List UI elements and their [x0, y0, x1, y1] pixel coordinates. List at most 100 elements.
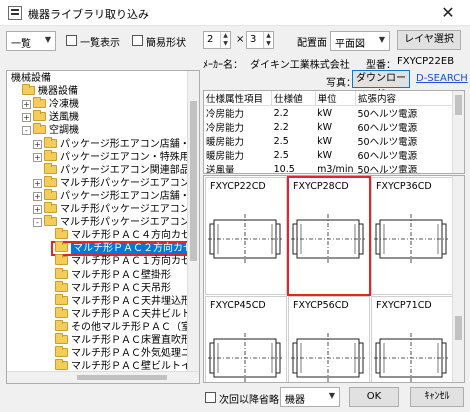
- table-cell: 送風量: [206, 165, 235, 174]
- table-cell: 冷房能力: [206, 109, 245, 120]
- maker-label: ﾒｰｶｰ名：: [203, 60, 243, 71]
- table-row[interactable]: 暖房能力 2.5 kW 50ヘルツ電源: [204, 134, 454, 149]
- tree-node-label: その他マルチ形ＰＡＣ（室内機）: [71, 321, 199, 333]
- tree-node-label: パッケージ形エアコン店舗・オフィス用（氷蓄: [60, 190, 199, 202]
- times-sign: ×: [236, 34, 245, 45]
- tree-node[interactable]: 機器設備: [22, 84, 78, 98]
- folder-icon: [44, 175, 57, 187]
- category-select[interactable]: 機器 ▼: [280, 387, 340, 407]
- collapse-icon[interactable]: -: [22, 126, 31, 136]
- tree-vertical-scrollbar[interactable]: [187, 71, 199, 371]
- tree-node[interactable]: + パッケージ形エアコン店舗・オフィス用（氷蓄: [33, 188, 199, 203]
- tree-node[interactable]: マルチ形ＰＡＣ床置直吹形: [55, 333, 191, 347]
- tree-node-label: パッケージ形エアコン店舗・オフィス用（空冷: [60, 138, 199, 150]
- view-mode-select[interactable]: 一覧 ▼: [6, 31, 56, 51]
- thumbnail-item[interactable]: FXYCP36CD: [371, 177, 453, 295]
- table-row[interactable]: 送風量 10.5 m3/min 50ヘルツ電源: [204, 162, 454, 174]
- table-cell: kW: [317, 135, 332, 147]
- column-header[interactable]: 仕様値: [271, 91, 316, 106]
- download-button[interactable]: ダウンロード: [352, 70, 410, 100]
- tree-node-label: マルチ形ＰＡＣ１方向カセット形: [71, 256, 199, 268]
- attribute-table: 仕様属性項目 仕様値 単位 拡張内容 冷房能力 2.2 kW 50ヘルツ電源 冷房能力 2.2 k…: [203, 90, 465, 174]
- thumbnail-label: FXYCP45CD: [210, 300, 266, 311]
- thumbnail-scrollbar[interactable]: [452, 176, 464, 382]
- tree-node[interactable]: マルチ形ＰＡＣ１方向カセット形: [55, 254, 199, 268]
- tree-node-label: パッケージエアコン関連部品: [60, 164, 190, 176]
- tree-node[interactable]: + 送風機: [22, 110, 79, 124]
- thumbnail-item[interactable]: FXYCP45CD: [205, 296, 287, 382]
- category-tree[interactable]: 機械設備機器設備 + 冷凍機 + 送風機 - 空調機 + パッケージ形エアコン店舗・オフィス用（…: [6, 70, 200, 384]
- close-icon[interactable]: ✕: [436, 2, 460, 24]
- simple-shape-checkbox[interactable]: [132, 35, 143, 46]
- expand-icon[interactable]: +: [22, 100, 31, 110]
- expand-icon[interactable]: +: [33, 139, 42, 149]
- tree-node[interactable]: + マルチ形パッケージエアコン（室外機）: [33, 175, 199, 190]
- table-row[interactable]: 暖房能力 2.5 kW 60ヘルツ電源: [204, 148, 454, 163]
- rows-spinner[interactable]: 3 ▲ ▼: [246, 31, 274, 49]
- placement-label: 配置面: [297, 38, 327, 49]
- tree-node[interactable]: マルチ形ＰＡＣ天井埋込形: [55, 293, 191, 308]
- tree-node[interactable]: マルチ形ＰＡＣ２方向カセット形: [51, 241, 199, 257]
- chevron-down-icon: ▼: [44, 35, 51, 44]
- tree-node[interactable]: マルチ形ＰＡＣ天井ビルトイン形: [55, 306, 199, 321]
- tree-node[interactable]: マルチ形ＰＡＣ壁掛形: [55, 267, 171, 282]
- column-header[interactable]: 単位: [315, 91, 356, 106]
- table-cell: 2.5: [273, 135, 289, 147]
- columns-spinner[interactable]: 2 ▲ ▼: [203, 31, 231, 49]
- tree-node[interactable]: その他マルチ形ＰＡＣ（室内機）: [55, 319, 199, 334]
- d-search-link[interactable]: D-SEARCH: [416, 73, 468, 84]
- list-view-checkbox[interactable]: [66, 35, 77, 46]
- tree-node[interactable]: - 空調機: [22, 123, 79, 137]
- tree-node-label: 空調機: [49, 125, 79, 137]
- tree-node-label: マルチ形ＰＡＣ天井ビルトイン形: [71, 308, 199, 320]
- tree-node[interactable]: + パッケージエアコン・特殊用途用: [33, 149, 200, 164]
- cancel-button[interactable]: ｷｬﾝｾﾙ: [410, 387, 464, 407]
- equipment-drawing: [208, 214, 282, 264]
- thumbnail-item[interactable]: FXYCP22CD: [205, 177, 287, 295]
- placement-select[interactable]: 平面図 ▼: [330, 31, 390, 51]
- folder-icon: [55, 306, 68, 318]
- expand-icon[interactable]: +: [33, 178, 42, 188]
- tree-node-label: 機器設備: [38, 86, 78, 98]
- tree-node[interactable]: マルチ形ＰＡＣ天吊形: [55, 280, 171, 295]
- ok-button[interactable]: OK: [349, 387, 399, 407]
- expand-icon[interactable]: +: [33, 152, 42, 162]
- tree-node[interactable]: + 冷凍機: [22, 97, 79, 111]
- tree-node[interactable]: パッケージエアコン関連部品: [44, 162, 190, 177]
- thumbnail-label: FXYCP56CD: [293, 300, 349, 311]
- tree-node[interactable]: 機械設備: [11, 72, 51, 85]
- tree-node[interactable]: マルチ形ＰＡＣ４方向カセット形: [55, 228, 199, 242]
- folder-icon: [33, 97, 46, 109]
- tree-node[interactable]: + マルチ形パッケージエアコン（ガスＨＰ）: [33, 202, 199, 216]
- expand-icon[interactable]: +: [33, 191, 42, 201]
- table-scrollbar[interactable]: [452, 91, 464, 173]
- tree-node-label: 送風機: [49, 112, 79, 124]
- tree-node[interactable]: - マルチ形パッケージエアコン（空冷ＨＰ）: [33, 215, 199, 229]
- collapse-icon[interactable]: -: [33, 218, 42, 228]
- tree-node[interactable]: + パッケージ形エアコン店舗・オフィス用（空冷: [33, 136, 199, 151]
- table-cell: kW: [317, 149, 332, 161]
- next-skip-checkbox[interactable]: [205, 392, 216, 403]
- table-cell: 50ヘルツ電源: [357, 137, 418, 148]
- tree-horizontal-scrollbar[interactable]: [7, 371, 199, 383]
- layer-select-button[interactable]: レイヤ選択: [397, 30, 461, 50]
- tree-node-label: マルチ形ＰＡＣ４方向カセット形: [71, 230, 199, 242]
- table-row[interactable]: 冷房能力 2.2 kW 50ヘルツ電源: [204, 106, 454, 121]
- maker-value: ダイキン工業株式会社: [250, 60, 350, 71]
- spinner-arrows-icon[interactable]: ▲ ▼: [263, 32, 273, 48]
- thumbnail-item[interactable]: FXYCP56CD: [288, 296, 370, 382]
- folder-icon: [55, 319, 68, 331]
- expand-icon[interactable]: +: [22, 113, 31, 123]
- thumbnail-item[interactable]: FXYCP28CD: [287, 176, 371, 296]
- tree-node-label: パッケージエアコン・特殊用途用: [60, 151, 200, 163]
- thumbnail-item[interactable]: FXYCP71CD: [371, 296, 453, 382]
- column-header[interactable]: 拡張内容: [355, 91, 455, 106]
- tree-node-label: マルチ形ＰＡＣ床置直吹形: [71, 335, 191, 346]
- column-header[interactable]: 仕様属性項目: [204, 91, 273, 106]
- thumbnail-label: FXYCP71CD: [376, 300, 432, 311]
- folder-icon: [22, 84, 35, 96]
- table-row[interactable]: 冷房能力 2.2 kW 60ヘルツ電源: [204, 120, 454, 135]
- tree-node[interactable]: マルチ形ＰＡＣ外気処理ユニット: [55, 346, 199, 360]
- spinner-arrows-icon[interactable]: ▲ ▼: [220, 32, 230, 48]
- expand-icon[interactable]: +: [33, 205, 42, 214]
